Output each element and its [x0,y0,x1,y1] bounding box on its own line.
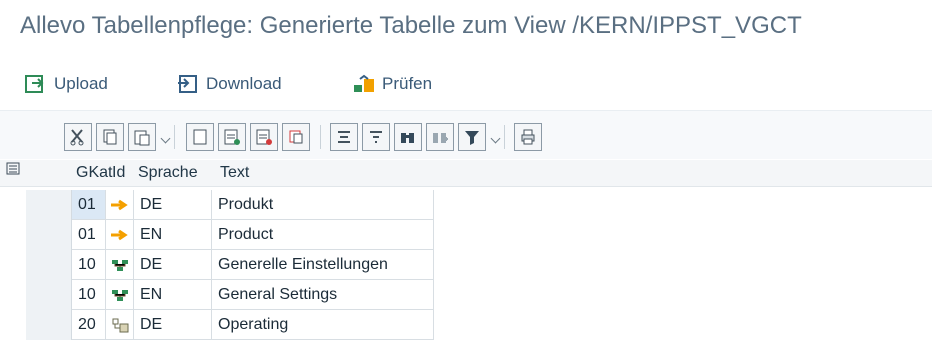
select-all-icon[interactable] [6,160,26,186]
insert-row-button[interactable] [218,123,246,151]
cell-sprache[interactable]: DE [134,190,212,220]
cell-gkat[interactable]: 01 [72,220,106,250]
cell-id[interactable] [106,310,134,340]
duplicate-row-button[interactable] [282,123,310,151]
find-next-icon [433,133,448,143]
row-selector[interactable] [26,220,72,250]
cell-gkat[interactable]: 10 [72,280,106,310]
new-row-button[interactable] [186,123,214,151]
sort-ascending-icon [338,131,350,143]
sort-descending-button[interactable] [362,123,390,151]
cell-gkat[interactable]: 20 [72,310,106,340]
print-button[interactable] [514,123,542,151]
cell-sprache[interactable]: EN [134,220,212,250]
upload-icon [24,73,48,95]
toolbar-separator [504,125,505,149]
cell-sprache[interactable]: DE [134,250,212,280]
check-icon [352,73,376,95]
cell-id[interactable] [106,280,134,310]
cell-text[interactable]: Generelle Einstellungen [212,250,434,280]
arrow-right-icon [110,199,128,210]
table-row: 10 EN General Settings [0,280,932,310]
find-icon [401,133,414,143]
find-button[interactable] [394,123,422,151]
download-label: Download [206,74,282,93]
cell-text[interactable]: Operating [212,310,434,340]
upload-button[interactable]: Upload [24,68,108,100]
paste-button[interactable] [128,123,156,151]
find-next-button[interactable] [426,123,454,151]
delete-row-icon [256,129,272,145]
settings-group-icon [111,289,128,301]
copy-button[interactable] [96,123,124,151]
toolbar-separator [320,125,321,149]
paste-dropdown-icon[interactable] [160,133,171,144]
window-title: Allevo Tabellenpflege: Generierte Tabell… [20,12,802,39]
column-header-text[interactable]: Text [220,160,330,186]
column-header-gkat[interactable]: GKat [76,160,112,186]
row-selector[interactable] [26,280,72,310]
filter-dropdown-icon[interactable] [490,133,501,144]
column-header-id[interactable]: Id [112,160,140,186]
upload-label: Upload [54,74,108,93]
table-row: 10 DE Generelle Einstellungen [0,250,932,280]
data-table: GKat Id Sprache Text 01 DE Produkt 01 EN… [0,160,932,340]
cell-sprache[interactable]: DE [134,310,212,340]
duplicate-row-icon [289,130,303,144]
cell-sprache[interactable]: EN [134,280,212,310]
sort-descending-icon [370,131,382,143]
sort-ascending-button[interactable] [330,123,358,151]
filter-button[interactable] [458,123,486,151]
row-selector[interactable] [26,310,72,340]
arrow-right-icon [110,229,128,240]
table-header: GKat Id Sprache Text [0,160,932,187]
cell-gkat[interactable]: 10 [72,250,106,280]
grid-toolbar [0,110,932,159]
filter-icon [465,131,479,145]
table-row: 20 DE Operating [0,310,932,340]
print-icon [521,129,535,145]
insert-row-icon [224,129,240,145]
settings-group-icon [111,259,128,271]
cell-text[interactable]: Produkt [212,190,434,220]
cell-id[interactable] [106,190,134,220]
check-button[interactable]: Prüfen [352,68,432,100]
cut-icon [70,129,84,146]
cell-id[interactable] [106,220,134,250]
check-label: Prüfen [382,74,433,93]
download-icon [176,73,200,95]
cut-button[interactable] [64,123,92,151]
row-selector[interactable] [26,250,72,280]
row-selector[interactable] [26,190,72,220]
table-row: 01 DE Produkt [0,190,932,220]
application-toolbar: Upload Download Prüfen [0,64,932,104]
table-row: 01 EN Product [0,220,932,250]
toolbar-separator [174,125,175,149]
operating-icon [112,318,128,332]
cell-text[interactable]: General Settings [212,280,434,310]
cell-text[interactable]: Product [212,220,434,250]
download-button[interactable]: Download [176,68,282,100]
copy-icon [103,129,117,145]
paste-icon [134,130,150,146]
cell-gkat[interactable]: 01 [72,190,106,220]
delete-row-button[interactable] [250,123,278,151]
cell-id[interactable] [106,250,134,280]
column-header-sprache[interactable]: Sprache [138,160,218,186]
new-row-icon [193,129,207,145]
